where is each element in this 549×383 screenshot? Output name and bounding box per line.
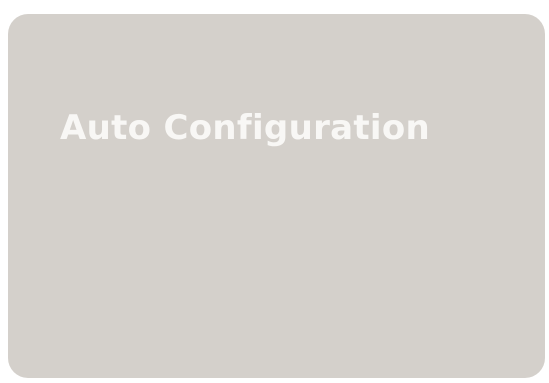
panel-title: Auto Configuration xyxy=(60,108,431,148)
auto-configuration-panel: Auto Configuration xyxy=(8,14,545,378)
